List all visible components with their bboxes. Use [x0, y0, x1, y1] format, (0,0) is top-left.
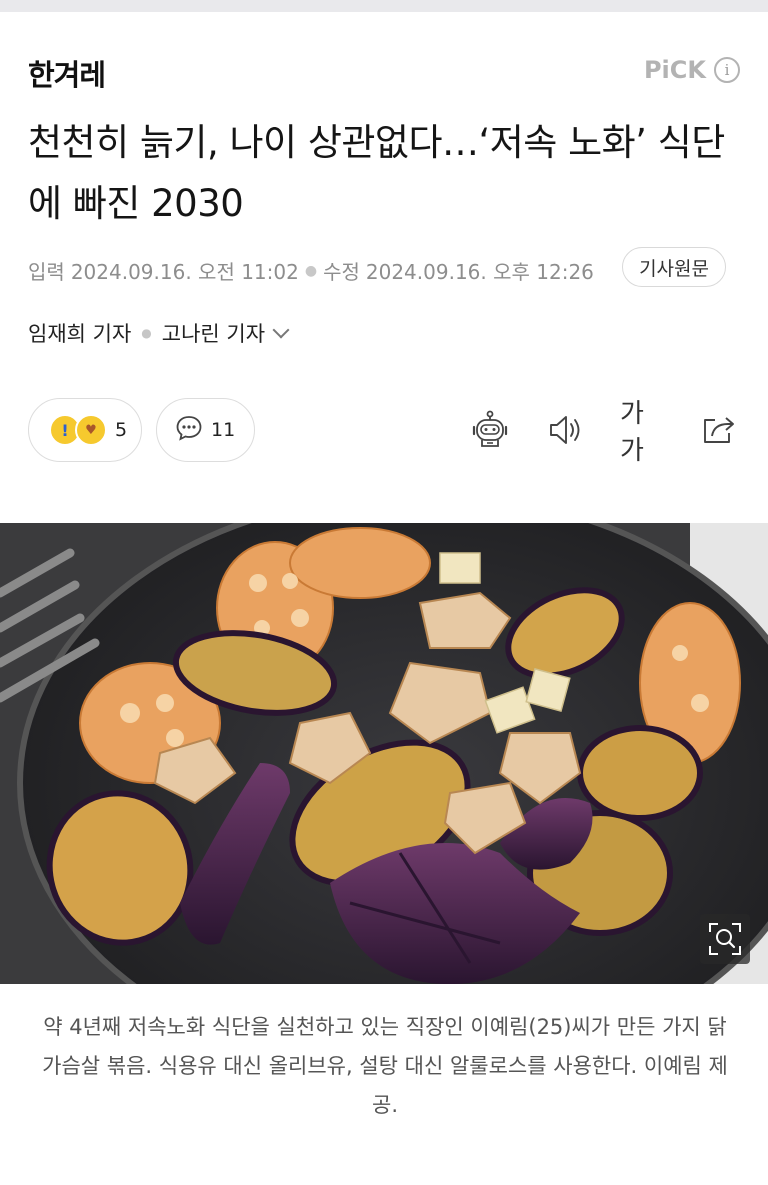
comment-bubble-icon [175, 414, 203, 446]
comment-count: 11 [211, 419, 236, 441]
photo-caption: 약 4년째 저속노화 식단을 실천하고 있는 직장인 이예림(25)씨가 만든 … [42, 1015, 728, 1117]
reporter-name[interactable]: 임재희 기자 [28, 318, 131, 348]
article-photo[interactable] [0, 523, 768, 984]
status-strip [0, 0, 768, 12]
reporter-divider: ● [141, 326, 152, 340]
input-time: 2024.09.16. 오전 11:02 [70, 260, 299, 284]
reaction-button[interactable]: ! ♥ 5 [28, 398, 142, 462]
header: 한겨레 PiCK i [0, 12, 768, 100]
love-emoji-icon: ♥ [75, 414, 107, 446]
zoom-image-icon[interactable] [700, 914, 750, 964]
hani-logo[interactable]: 한겨레 [28, 52, 106, 94]
input-label: 입력 [28, 260, 65, 284]
comment-button[interactable]: 11 [156, 398, 255, 462]
text-to-speech-icon[interactable] [544, 408, 588, 452]
share-icon[interactable] [696, 408, 740, 452]
meta-divider: ● [304, 262, 318, 279]
article-meta: 입력 2024.09.16. 오전 11:02 ● 수정 2024.09.16.… [28, 256, 594, 285]
info-icon[interactable]: i [714, 57, 740, 83]
edit-time: 2024.09.16. 오후 12:26 [365, 260, 594, 284]
reporter-name[interactable]: 고나린 기자 [162, 318, 265, 348]
pick-label: PiCK [643, 56, 706, 84]
reporter-list[interactable]: 임재희 기자 ● 고나린 기자 [28, 318, 290, 348]
pick-badge[interactable]: PiCK i [644, 56, 740, 84]
article-toolbar: 가가 [468, 399, 740, 466]
chevron-down-icon[interactable] [272, 321, 290, 339]
ai-summary-robot-icon[interactable] [468, 408, 512, 452]
edit-label: 수정 [323, 260, 360, 284]
reaction-count: 5 [115, 419, 128, 441]
article-title: 천천히 늙기, 나이 상관없다…‘저속 노화’ 식단에 빠진 2030 [28, 121, 725, 225]
original-article-button[interactable]: 기사원문 [622, 247, 726, 287]
stir-fry-image [0, 523, 768, 984]
font-size-icon[interactable]: 가가 [620, 399, 664, 466]
